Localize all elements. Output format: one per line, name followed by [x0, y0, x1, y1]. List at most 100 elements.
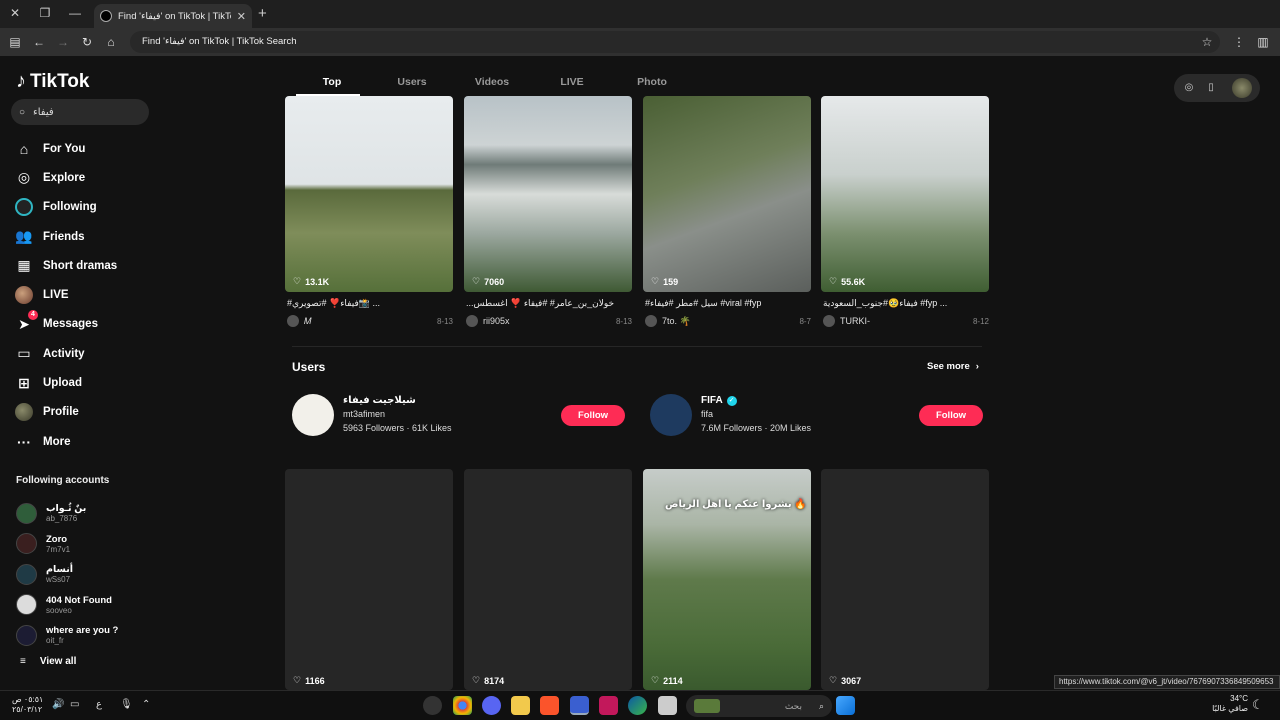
- device-icon[interactable]: ▯: [1204, 81, 1218, 95]
- nav-for-you[interactable]: ⌂ For You: [0, 134, 160, 163]
- user-avatar[interactable]: [292, 394, 334, 436]
- nav-activity[interactable]: ▭ Activity: [0, 339, 160, 368]
- user-name[interactable]: FIFA ✓: [701, 395, 737, 406]
- nav-following[interactable]: Following: [0, 193, 160, 222]
- sidebar-panel-icon[interactable]: ▥: [1254, 33, 1272, 51]
- brave-icon[interactable]: [540, 696, 559, 715]
- author-avatar[interactable]: [287, 315, 299, 327]
- nav-explore[interactable]: ◎ Explore: [0, 163, 160, 192]
- user-avatar[interactable]: [650, 394, 692, 436]
- os-taskbar: ٠٥:٥١ ص ٢٥/٠٣/١٢ 🔊 ▭ ع 🎙 ⌃ بحث ⌕ 34°C صافي…: [0, 690, 1280, 720]
- video-thumbnail[interactable]: [643, 96, 811, 292]
- following-account[interactable]: 404 Not Found sooveo: [16, 590, 156, 621]
- view-all-link[interactable]: ≡ View all: [20, 656, 76, 667]
- user-name[interactable]: شيلاجيت فيفاء: [343, 395, 416, 406]
- following-account[interactable]: أنسام wSs07: [16, 559, 156, 590]
- author-name[interactable]: TURKI-: [840, 316, 870, 326]
- home-icon[interactable]: ⌂: [102, 33, 120, 51]
- video-card[interactable]: بشروا عنكم يا اهل الرياض 🔥 ♡ 2114: [643, 469, 811, 690]
- video-card[interactable]: ♡ 13.1K #فيفاء❣️ #تصويري📸 ... 𝑀 8-13: [285, 96, 453, 330]
- see-more-link[interactable]: See more ›: [927, 361, 979, 372]
- search-input[interactable]: ○ فيفاء: [11, 99, 149, 125]
- following-account[interactable]: where are you ? oit_fr: [16, 620, 156, 651]
- menu-icon[interactable]: ⋮: [1230, 33, 1248, 51]
- tab-top[interactable]: Top: [292, 70, 372, 96]
- display-icon[interactable]: ▭: [70, 699, 79, 710]
- likes-count: 13.1K: [305, 276, 330, 287]
- video-card[interactable]: ♡ 7060 ...خولان_بن_عامر# #فيفاء ❣️ اغسطس …: [464, 96, 632, 330]
- forward-icon[interactable]: →: [54, 33, 72, 51]
- user-name-text: شيلاجيت فيفاء: [343, 395, 416, 406]
- tab-videos[interactable]: Videos: [452, 70, 532, 96]
- video-thumbnail[interactable]: [464, 96, 632, 292]
- tab-live[interactable]: LIVE: [532, 70, 612, 96]
- new-tab-icon[interactable]: +: [258, 5, 267, 22]
- video-card[interactable]: ♡ 55.6K فيفاء🥹#جنوب_السعودية #fyp ... TUR…: [821, 96, 989, 330]
- video-card[interactable]: ♡ 8174: [464, 469, 632, 690]
- volume-icon[interactable]: 🔊: [52, 699, 64, 710]
- author-avatar[interactable]: [466, 315, 478, 327]
- nav-friends[interactable]: 👥 Friends: [0, 222, 160, 251]
- bookmark-star-icon[interactable]: ☆: [1198, 33, 1216, 51]
- video-thumbnail[interactable]: [464, 469, 632, 690]
- author-name[interactable]: rii905x: [483, 316, 510, 326]
- nav-profile[interactable]: Profile: [0, 398, 160, 427]
- browser-tab[interactable]: Find 'فيفاء' on TikTok | TikTok... ✕: [94, 4, 252, 28]
- tab-users[interactable]: Users: [372, 70, 452, 96]
- sidebar-toggle-icon[interactable]: ▤: [6, 33, 24, 51]
- reload-icon[interactable]: ↻: [78, 33, 96, 51]
- minimize-window-icon[interactable]: —: [64, 3, 86, 23]
- nav-messages[interactable]: ➤ 4 Messages: [0, 310, 160, 339]
- video-thumbnail[interactable]: [821, 469, 989, 690]
- chrome-icon[interactable]: [453, 696, 472, 715]
- address-field[interactable]: Find 'فيفاء' on TikTok | TikTok Search: [130, 31, 1220, 53]
- following-account[interactable]: Zoro 7m7v1: [16, 529, 156, 560]
- author-avatar[interactable]: [645, 315, 657, 327]
- file-explorer-icon[interactable]: [511, 696, 530, 715]
- following-account[interactable]: بنٌ ثُـواب ab_7876: [16, 498, 156, 529]
- weather-widget[interactable]: 34°C صافي غالبًا: [1212, 694, 1248, 714]
- restore-window-icon[interactable]: ❐: [34, 3, 56, 23]
- tray-expand-icon[interactable]: ⌃: [142, 699, 150, 710]
- user-avatar[interactable]: [1232, 78, 1252, 98]
- window-icon[interactable]: [658, 696, 677, 715]
- video-card[interactable]: ♡ 159 #سيل #مطر #فيفاء #viral #fyp 7to. 🌴…: [643, 96, 811, 330]
- follow-button[interactable]: Follow: [919, 405, 983, 426]
- clock[interactable]: ٠٥:٥١ ص ٢٥/٠٣/١٢: [12, 695, 43, 715]
- video-card[interactable]: ♡ 1166: [285, 469, 453, 690]
- nav-live[interactable]: LIVE: [0, 280, 160, 309]
- microphone-icon[interactable]: 🎙: [120, 699, 133, 710]
- user-result[interactable]: شيلاجيت فيفاء mt3afimen 5963 Followers ·…: [292, 394, 627, 438]
- video-caption[interactable]: فيفاء🥹#جنوب_السعودية #fyp ...: [823, 298, 987, 309]
- user-result[interactable]: FIFA ✓ fifa 7.6M Followers · 20M Likes Fo…: [650, 394, 985, 438]
- close-window-icon[interactable]: ✕: [4, 3, 26, 23]
- video-card[interactable]: ♡ 3067: [821, 469, 989, 690]
- back-icon[interactable]: ←: [30, 33, 48, 51]
- tab-photo[interactable]: Photo: [612, 70, 692, 96]
- video-caption[interactable]: ...خولان_بن_عامر# #فيفاء ❣️ اغسطس: [466, 298, 630, 309]
- close-tab-icon[interactable]: ✕: [237, 10, 246, 23]
- video-thumbnail[interactable]: [821, 96, 989, 292]
- coin-icon[interactable]: ◎: [1182, 81, 1196, 95]
- follow-button[interactable]: Follow: [561, 405, 625, 426]
- nav-upload[interactable]: ⊞ Upload: [0, 368, 160, 397]
- author-name[interactable]: 𝑀: [304, 316, 312, 327]
- nav-more[interactable]: ··· More: [0, 427, 160, 456]
- author-avatar[interactable]: [823, 315, 835, 327]
- edge-icon[interactable]: [628, 696, 647, 715]
- nav-short-dramas[interactable]: ▦ Short dramas: [0, 251, 160, 280]
- app-a-icon[interactable]: [599, 696, 618, 715]
- video-thumbnail[interactable]: [285, 469, 453, 690]
- video-caption[interactable]: #سيل #مطر #فيفاء #viral #fyp: [645, 298, 809, 309]
- active-app-icon[interactable]: [570, 696, 589, 715]
- tiktok-logo[interactable]: ♪ TikTok: [16, 70, 89, 93]
- video-date: 8-12: [972, 316, 989, 326]
- discord-icon[interactable]: [482, 696, 501, 715]
- taskbar-search[interactable]: بحث ⌕: [686, 695, 832, 717]
- language-indicator[interactable]: ع: [96, 699, 102, 710]
- author-name[interactable]: 7to. 🌴: [662, 316, 691, 327]
- video-thumbnail[interactable]: [285, 96, 453, 292]
- video-caption[interactable]: #فيفاء❣️ #تصويري📸 ...: [287, 298, 451, 309]
- windows-start-icon[interactable]: [836, 696, 855, 715]
- app-icon[interactable]: [423, 696, 442, 715]
